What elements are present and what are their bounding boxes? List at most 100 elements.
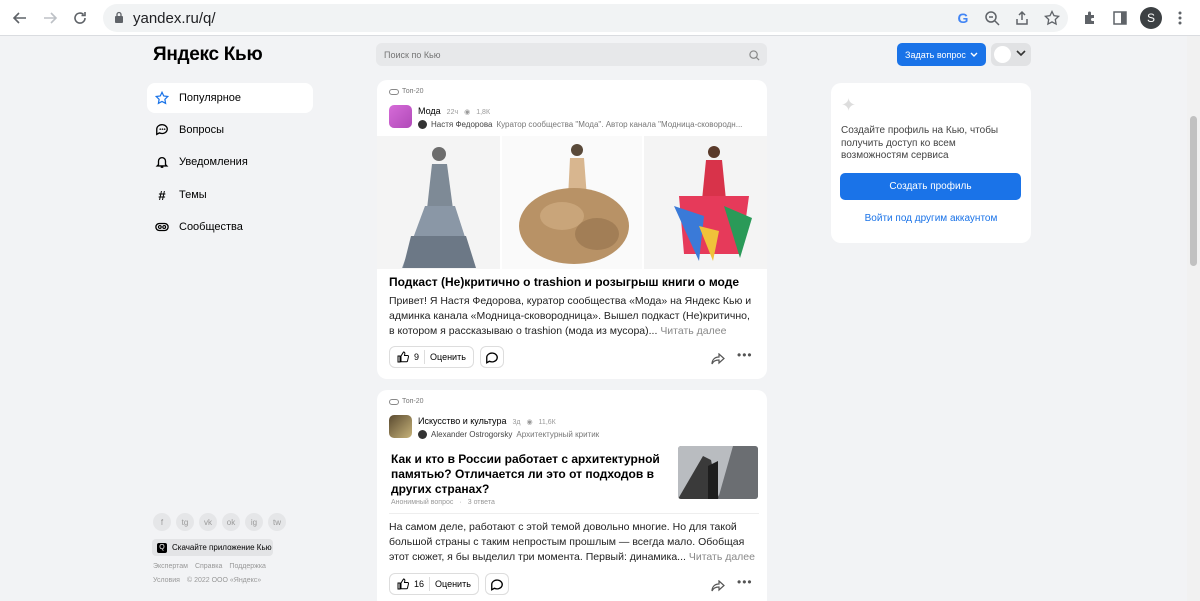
divider bbox=[424, 350, 426, 364]
create-profile-card: ✦ Создайте профиль на Кью, чтобы получит… bbox=[831, 83, 1031, 243]
read-more-link[interactable]: Читать далее bbox=[689, 551, 755, 563]
zoom-icon[interactable] bbox=[982, 8, 1002, 28]
post-image[interactable] bbox=[377, 136, 767, 269]
back-icon[interactable] bbox=[8, 6, 32, 30]
site-logo[interactable]: Яндекс Кью bbox=[153, 44, 263, 66]
feed-post: Топ-20 Искусство и культура 3д ◉ 11,6К A… bbox=[377, 390, 767, 601]
read-more-link[interactable]: Читать далее bbox=[660, 325, 726, 337]
sidebar-item-communities[interactable]: Сообщества bbox=[147, 212, 313, 242]
create-profile-button[interactable]: Создать профиль bbox=[840, 173, 1021, 200]
telegram-icon[interactable]: tg bbox=[176, 513, 194, 531]
footer-legal: Условия © 2022 ООО «Яндекс» bbox=[153, 577, 261, 584]
sidebar-item-questions[interactable]: Вопросы bbox=[147, 115, 313, 145]
address-bar[interactable]: yandex.ru/q/ bbox=[103, 4, 1068, 32]
menu-dots-icon[interactable] bbox=[1170, 8, 1190, 28]
top-badge-label: Топ-20 bbox=[402, 88, 424, 95]
other-account-link[interactable]: Войти под другим аккаунтом bbox=[831, 213, 1031, 224]
google-icon[interactable]: G bbox=[953, 8, 973, 28]
community-avatar[interactable] bbox=[389, 105, 412, 128]
download-app-button[interactable]: Q Скачайте приложение Кью bbox=[152, 539, 273, 556]
question-meta: Анонимный вопрос · 3 ответа bbox=[391, 499, 495, 506]
author-avatar[interactable] bbox=[418, 120, 427, 129]
share-page-icon[interactable] bbox=[1012, 8, 1032, 28]
bullet: · bbox=[459, 499, 462, 506]
footer-link-support[interactable]: Поддержка bbox=[229, 563, 266, 570]
share-icon[interactable] bbox=[711, 579, 725, 597]
post-actions: 16 Оценить bbox=[389, 573, 509, 595]
community-name[interactable]: Мода bbox=[418, 106, 441, 116]
bell-icon bbox=[155, 155, 169, 169]
footer-link-help[interactable]: Справка bbox=[195, 563, 222, 570]
footer-link-experts[interactable]: Экспертам bbox=[153, 563, 188, 570]
author-avatar[interactable] bbox=[418, 430, 427, 439]
community-name[interactable]: Искусство и культура bbox=[418, 416, 506, 426]
thumbs-up-icon bbox=[397, 351, 409, 363]
more-options-icon[interactable]: ••• bbox=[737, 575, 753, 589]
post-title[interactable]: Подкаст (Не)критично о trashion и розыгр… bbox=[389, 275, 755, 289]
rate-button[interactable]: 16 Оценить bbox=[389, 573, 479, 595]
side-panel-icon[interactable] bbox=[1110, 8, 1130, 28]
fashion-photo-1 bbox=[377, 136, 500, 269]
post-age: 3д bbox=[512, 419, 521, 426]
question-image bbox=[678, 446, 758, 499]
instagram-icon[interactable]: ig bbox=[245, 513, 263, 531]
question-card[interactable]: Как и кто в России работает с архитектур… bbox=[389, 446, 759, 514]
page-scrollbar[interactable] bbox=[1187, 36, 1200, 601]
author-name[interactable]: Alexander Ostrogorsky bbox=[431, 430, 512, 439]
comment-button[interactable] bbox=[484, 573, 509, 595]
url-text: yandex.ru/q/ bbox=[133, 10, 216, 27]
twitter-icon[interactable]: tw bbox=[268, 513, 286, 531]
sidebar-item-label: Темы bbox=[179, 189, 207, 201]
footer-copyright: © 2022 ООО «Яндекс» bbox=[186, 577, 262, 584]
ask-question-button[interactable]: Задать вопрос bbox=[897, 43, 986, 66]
top-badge-label: Топ-20 bbox=[402, 398, 424, 405]
top-badge: Топ-20 bbox=[389, 398, 424, 405]
bookmark-star-icon[interactable] bbox=[1042, 8, 1062, 28]
share-icon[interactable] bbox=[711, 352, 725, 370]
author-role: Куратор сообщества "Мода". Автор канала … bbox=[496, 120, 743, 129]
more-options-icon[interactable]: ••• bbox=[737, 348, 753, 362]
chat-icon bbox=[155, 123, 169, 137]
question-title[interactable]: Как и кто в России работает с архитектур… bbox=[391, 452, 671, 497]
profile-avatar[interactable]: S bbox=[1140, 7, 1162, 29]
forward-icon[interactable] bbox=[38, 6, 62, 30]
question-author: Анонимный вопрос bbox=[391, 499, 454, 506]
star-icon bbox=[155, 91, 169, 105]
author-line: Alexander Ostrogorsky Архитектурный крит… bbox=[418, 430, 599, 439]
user-menu[interactable] bbox=[991, 43, 1031, 66]
odnoklassniki-icon[interactable]: ok bbox=[222, 513, 240, 531]
community-header: Искусство и культура 3д ◉ 11,6К bbox=[418, 416, 556, 426]
extensions-icon[interactable] bbox=[1080, 8, 1100, 28]
hash-icon: # bbox=[158, 187, 166, 203]
search-input[interactable] bbox=[384, 46, 744, 63]
fashion-photo-2 bbox=[502, 136, 642, 269]
author-name[interactable]: Настя Федорова bbox=[431, 120, 492, 129]
footer-link-terms[interactable]: Условия bbox=[153, 577, 180, 584]
chevron-down-icon bbox=[970, 52, 978, 57]
ask-question-label: Задать вопрос bbox=[905, 49, 966, 60]
fashion-photo-3 bbox=[644, 136, 767, 269]
sidebar-item-topics[interactable]: # Темы bbox=[147, 180, 313, 210]
reload-icon[interactable] bbox=[68, 6, 92, 30]
eye-icon: ◉ bbox=[526, 419, 533, 426]
create-profile-text: Создайте профиль на Кью, чтобы получить … bbox=[841, 125, 999, 161]
community-avatar[interactable] bbox=[389, 415, 412, 438]
view-count: 11,6К bbox=[538, 419, 556, 426]
comment-button[interactable] bbox=[479, 346, 504, 368]
search-icon[interactable] bbox=[749, 48, 760, 66]
comment-icon bbox=[490, 579, 503, 591]
sidebar-item-notifications[interactable]: Уведомления bbox=[147, 147, 313, 177]
top-badge: Топ-20 bbox=[389, 88, 424, 95]
sidebar-item-popular[interactable]: Популярное bbox=[147, 83, 313, 113]
facebook-icon[interactable]: f bbox=[153, 513, 171, 531]
rate-button[interactable]: 9 Оценить bbox=[389, 346, 474, 368]
like-count: 16 bbox=[414, 579, 425, 589]
like-count: 9 bbox=[414, 352, 420, 362]
sidebar-item-label: Сообщества bbox=[179, 221, 243, 233]
scrollbar-thumb[interactable] bbox=[1190, 116, 1197, 266]
search-box[interactable] bbox=[376, 43, 767, 66]
user-avatar bbox=[994, 46, 1011, 63]
vk-icon[interactable]: vk bbox=[199, 513, 217, 531]
chevron-down-icon bbox=[1016, 50, 1026, 57]
footer-links: Экспертам Справка Поддержка bbox=[153, 563, 266, 570]
